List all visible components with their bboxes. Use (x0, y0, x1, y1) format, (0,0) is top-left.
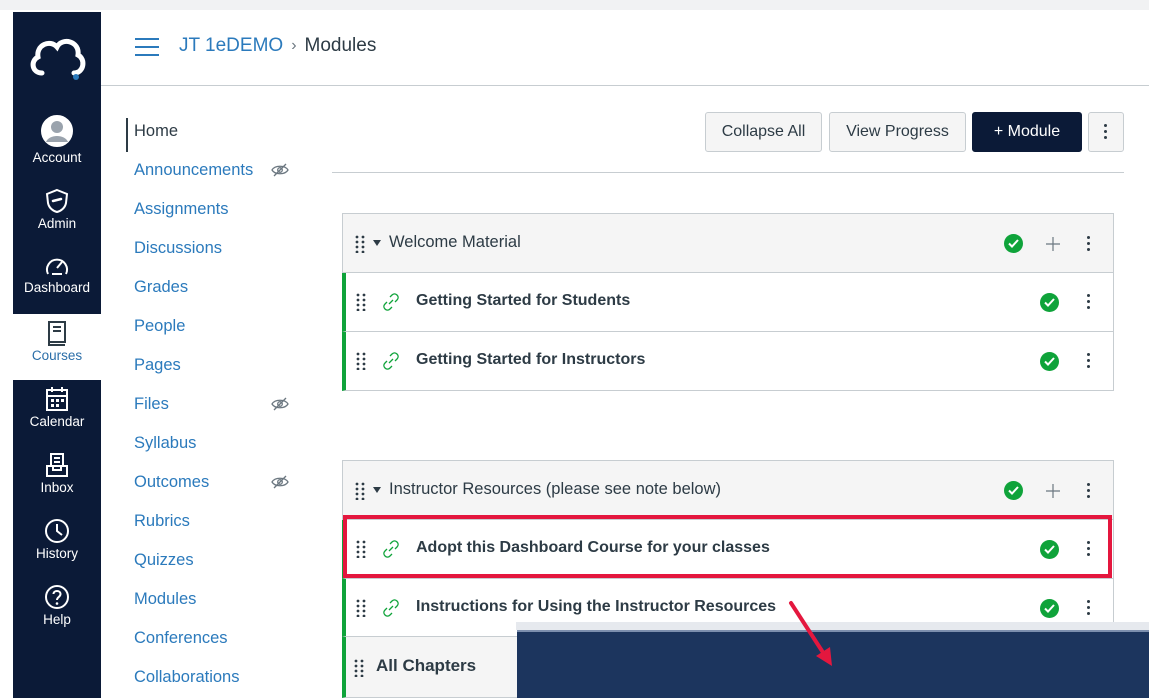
module-title: Instructor Resources (please see note be… (389, 480, 721, 498)
drag-handle-icon[interactable] (356, 352, 366, 370)
nav-courses[interactable]: Courses (13, 314, 101, 380)
module-kebab-icon[interactable] (1087, 483, 1091, 499)
course-nav-conferences[interactable]: Conferences (134, 629, 228, 648)
nav-dashboard[interactable]: Dashboard (13, 248, 101, 314)
link-icon (383, 599, 399, 617)
course-nav-home[interactable]: Home (134, 122, 178, 141)
nav-label: History (35, 546, 78, 561)
published-check-icon[interactable] (1004, 234, 1023, 253)
module-kebab-icon[interactable] (1087, 236, 1091, 252)
chevron-right-icon: › (291, 37, 297, 54)
add-module-button[interactable]: + Module (972, 112, 1082, 152)
plus-icon[interactable] (1045, 236, 1061, 252)
drag-handle-icon[interactable] (355, 482, 365, 500)
nav-help[interactable]: Help (13, 578, 101, 644)
calendar-icon (46, 387, 68, 411)
eye-slash-icon (271, 397, 289, 411)
help-icon (45, 585, 69, 609)
drag-handle-icon[interactable] (354, 659, 364, 677)
hamburger-menu-icon[interactable] (135, 38, 159, 56)
nav-calendar[interactable]: Calendar (13, 380, 101, 446)
module-item-title[interactable]: Getting Started for Instructors (416, 351, 645, 369)
history-icon (45, 519, 69, 543)
course-nav-quizzes[interactable]: Quizzes (134, 551, 194, 570)
admin-icon (45, 188, 69, 214)
breadcrumb-current: Modules (304, 35, 377, 56)
nav-admin[interactable]: Admin (13, 182, 101, 248)
module-title: Welcome Material (389, 233, 521, 251)
course-nav-discussions[interactable]: Discussions (134, 239, 222, 258)
collapse-all-button[interactable]: Collapse All (705, 112, 822, 152)
breadcrumb-course-link[interactable]: JT 1eDEMO (179, 35, 283, 57)
plus-icon[interactable] (1045, 483, 1061, 499)
course-nav-announcements[interactable]: Announcements (134, 161, 253, 180)
course-nav-outcomes[interactable]: Outcomes (134, 473, 209, 492)
item-kebab-icon[interactable] (1087, 294, 1091, 310)
course-nav-files[interactable]: Files (134, 395, 169, 414)
kebab-icon (1104, 124, 1108, 140)
eye-slash-icon (271, 163, 289, 177)
toolbar-divider (332, 172, 1124, 173)
published-check-icon[interactable] (1040, 293, 1059, 312)
course-nav-collaborations[interactable]: Collaborations (134, 668, 239, 687)
course-nav-assignments[interactable]: Assignments (134, 200, 228, 219)
caret-down-icon[interactable] (373, 240, 381, 246)
nav-inbox[interactable]: Inbox (13, 446, 101, 512)
course-nav-pages[interactable]: Pages (134, 356, 181, 375)
courses-icon (48, 321, 66, 346)
course-nav-people[interactable]: People (134, 317, 185, 336)
page-options-button[interactable] (1088, 112, 1124, 152)
eye-slash-icon (271, 475, 289, 489)
item-kebab-icon[interactable] (1087, 353, 1091, 369)
nav-history[interactable]: History (13, 512, 101, 578)
drag-handle-icon[interactable] (356, 599, 366, 617)
module-header[interactable]: Welcome Material (342, 213, 1114, 273)
canvas-logo[interactable] (13, 24, 101, 94)
highlight-box (343, 515, 1112, 578)
breadcrumb: JT 1eDEMO › Modules (179, 35, 376, 57)
course-nav-rubrics[interactable]: Rubrics (134, 512, 190, 531)
page-header: JT 1eDEMO › Modules (101, 10, 1149, 86)
module-item-title[interactable]: Instructions for Using the Instructor Re… (416, 598, 776, 616)
link-icon (383, 352, 399, 370)
module-item-title[interactable]: Getting Started for Students (416, 292, 630, 310)
link-icon (383, 293, 399, 311)
nav-label: Dashboard (23, 280, 91, 295)
published-check-icon[interactable] (1040, 599, 1059, 618)
course-nav-modules[interactable]: Modules (134, 590, 196, 609)
nav-account[interactable]: Account (13, 108, 101, 174)
drag-handle-icon[interactable] (356, 293, 366, 311)
account-icon (41, 115, 73, 147)
nav-label: Courses (31, 348, 83, 363)
global-nav: Account Admin Dashboard Courses Calendar… (13, 12, 101, 698)
nav-label: Help (43, 612, 71, 627)
dashboard-icon (46, 258, 68, 275)
item-kebab-icon[interactable] (1087, 600, 1091, 616)
top-strip (0, 0, 1149, 10)
course-nav-grades[interactable]: Grades (134, 278, 188, 297)
annotation-arrow-icon (789, 601, 832, 666)
active-indicator (126, 118, 128, 152)
module-title: All Chapters (376, 656, 477, 675)
drag-handle-icon[interactable] (355, 235, 365, 253)
module-item[interactable]: Getting Started for Instructors (342, 332, 1114, 391)
nav-label: Inbox (40, 480, 74, 495)
module-item[interactable]: Getting Started for Students (342, 273, 1114, 332)
published-check-icon[interactable] (1004, 481, 1023, 500)
cloud-logo-icon (30, 38, 86, 80)
caret-down-icon[interactable] (373, 487, 381, 493)
nav-label: Calendar (29, 414, 85, 429)
module-all-chapters[interactable]: All Chapters (342, 636, 522, 698)
nav-label: Admin (37, 216, 77, 231)
nav-label: Account (32, 150, 82, 165)
module-header[interactable]: Instructor Resources (please see note be… (342, 460, 1114, 520)
published-check-icon[interactable] (1040, 352, 1059, 371)
course-nav-syllabus[interactable]: Syllabus (134, 434, 196, 453)
view-progress-button[interactable]: View Progress (829, 112, 966, 152)
inbox-icon (46, 453, 68, 477)
